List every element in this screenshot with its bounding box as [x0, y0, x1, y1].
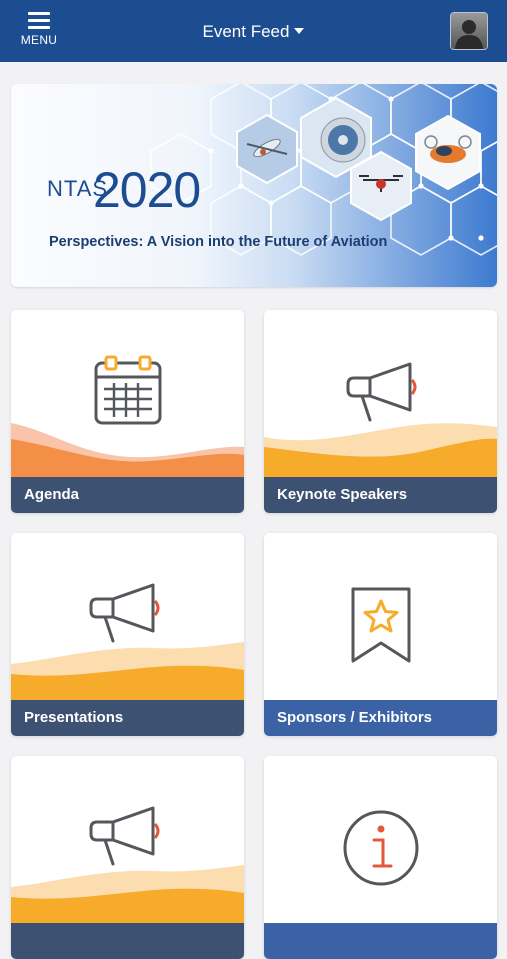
ntas-2020-logo: NTAS 2020 [47, 162, 217, 222]
megaphone-icon [89, 806, 160, 866]
megaphone-icon [89, 583, 160, 643]
tile-presentations-label: Presentations [11, 700, 244, 736]
jet-engine-image [320, 117, 366, 163]
tile-sponsors-exhibitors-label: Sponsors / Exhibitors [264, 700, 497, 736]
tile-keynote-speakers[interactable]: Keynote Speakers [264, 310, 497, 513]
caret-down-icon [294, 28, 305, 35]
info-icon [343, 810, 419, 886]
wave-decoration [11, 642, 244, 700]
tile-sponsors-exhibitors[interactable]: Sponsors / Exhibitors [264, 533, 497, 736]
app-header: MENU Event Feed [0, 0, 507, 62]
event-feed-title: Event Feed [202, 22, 290, 41]
logo-year: 2020 [93, 162, 201, 218]
profile-avatar-button[interactable] [450, 12, 488, 50]
tile-agenda-label: Agenda [11, 477, 244, 513]
tile-keynote-speakers-label: Keynote Speakers [264, 477, 497, 513]
wave-decoration [11, 865, 244, 923]
tile-row3-right-label [264, 923, 497, 959]
user-silhouette-icon [451, 13, 487, 49]
tile-presentations[interactable]: Presentations [11, 533, 244, 736]
megaphone-icon [346, 362, 417, 422]
event-feed-dropdown[interactable]: Event Feed [0, 22, 507, 42]
tile-agenda[interactable]: Agenda [11, 310, 244, 513]
tile-row3-right[interactable] [264, 756, 497, 959]
banner-tagline: Perspectives: A Vision into the Future o… [49, 234, 388, 250]
ribbon-star-icon [351, 587, 411, 663]
tile-row3-left-label [11, 923, 244, 959]
wave-decoration [264, 423, 497, 477]
tile-row3-left[interactable] [11, 756, 244, 959]
wave-decoration [11, 423, 244, 477]
event-banner[interactable]: NTAS 2020 Perspectives: A Vision into th… [11, 84, 497, 287]
